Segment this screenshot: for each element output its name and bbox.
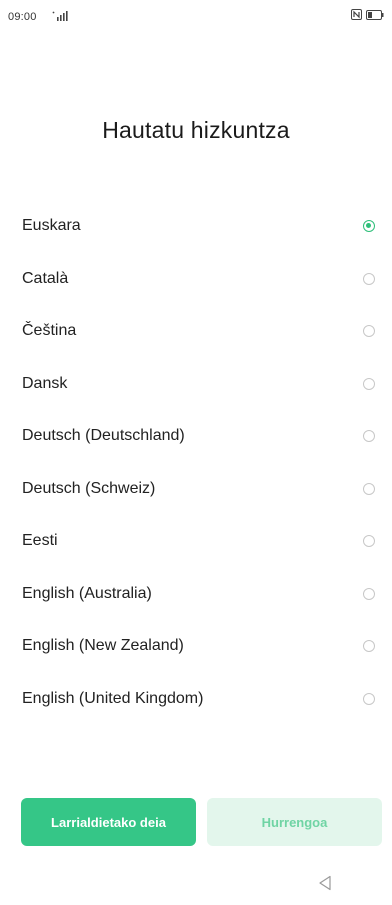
- language-label: Català: [22, 269, 69, 287]
- signal-icon: [52, 11, 68, 21]
- language-option-dansk[interactable]: Dansk: [0, 358, 392, 411]
- radio-unselected-icon[interactable]: [363, 482, 375, 495]
- radio-unselected-icon[interactable]: [363, 640, 375, 652]
- language-option-euskara[interactable]: Euskara: [0, 200, 392, 253]
- language-option-deutsch-deutschland[interactable]: Deutsch (Deutschland): [0, 410, 392, 463]
- language-label: English (United Kingdom): [22, 689, 204, 707]
- language-option-catala[interactable]: Català: [0, 253, 392, 306]
- page-title: Hautatu hizkuntza: [102, 117, 290, 143]
- language-label: Deutsch (Schweiz): [22, 479, 156, 497]
- radio-unselected-icon[interactable]: [363, 692, 375, 705]
- radio-unselected-icon[interactable]: [363, 325, 375, 337]
- battery-icon: [366, 9, 384, 20]
- back-triangle-icon[interactable]: [318, 875, 332, 891]
- next-button[interactable]: Hurrengoa: [207, 798, 382, 846]
- language-option-english-new-zealand[interactable]: English (New Zealand): [0, 620, 392, 673]
- language-label: English (Australia): [22, 584, 152, 602]
- language-label: Dansk: [22, 374, 68, 392]
- language-option-english-united-kingdom[interactable]: English (United Kingdom): [0, 673, 392, 726]
- language-label: Euskara: [22, 217, 81, 234]
- emergency-call-button[interactable]: Larrialdietako deia: [21, 798, 196, 846]
- language-label: English (New Zealand): [22, 637, 184, 654]
- status-icons: [351, 9, 384, 20]
- language-label: Deutsch (Deutschland): [22, 427, 185, 444]
- language-label: Eesti: [22, 532, 58, 549]
- status-bar: 09:00: [0, 0, 392, 28]
- status-time: 09:00: [8, 11, 37, 23]
- radio-selected-icon[interactable]: [363, 220, 375, 232]
- nfc-icon: [351, 9, 362, 20]
- radio-unselected-icon[interactable]: [363, 377, 375, 390]
- navigation-bar: [0, 866, 392, 905]
- language-option-cestina[interactable]: Čeština: [0, 305, 392, 358]
- radio-unselected-icon[interactable]: [363, 430, 375, 442]
- language-label: Čeština: [22, 322, 77, 339]
- language-option-eesti[interactable]: Eesti: [0, 515, 392, 568]
- language-option-english-australia[interactable]: English (Australia): [0, 568, 392, 621]
- language-option-deutsch-schweiz[interactable]: Deutsch (Schweiz): [0, 463, 392, 516]
- language-list: Euskara Català Čeština Dansk Deutsch (De…: [0, 200, 392, 725]
- radio-unselected-icon[interactable]: [363, 535, 375, 547]
- radio-unselected-icon[interactable]: [363, 272, 375, 285]
- radio-unselected-icon[interactable]: [363, 587, 375, 600]
